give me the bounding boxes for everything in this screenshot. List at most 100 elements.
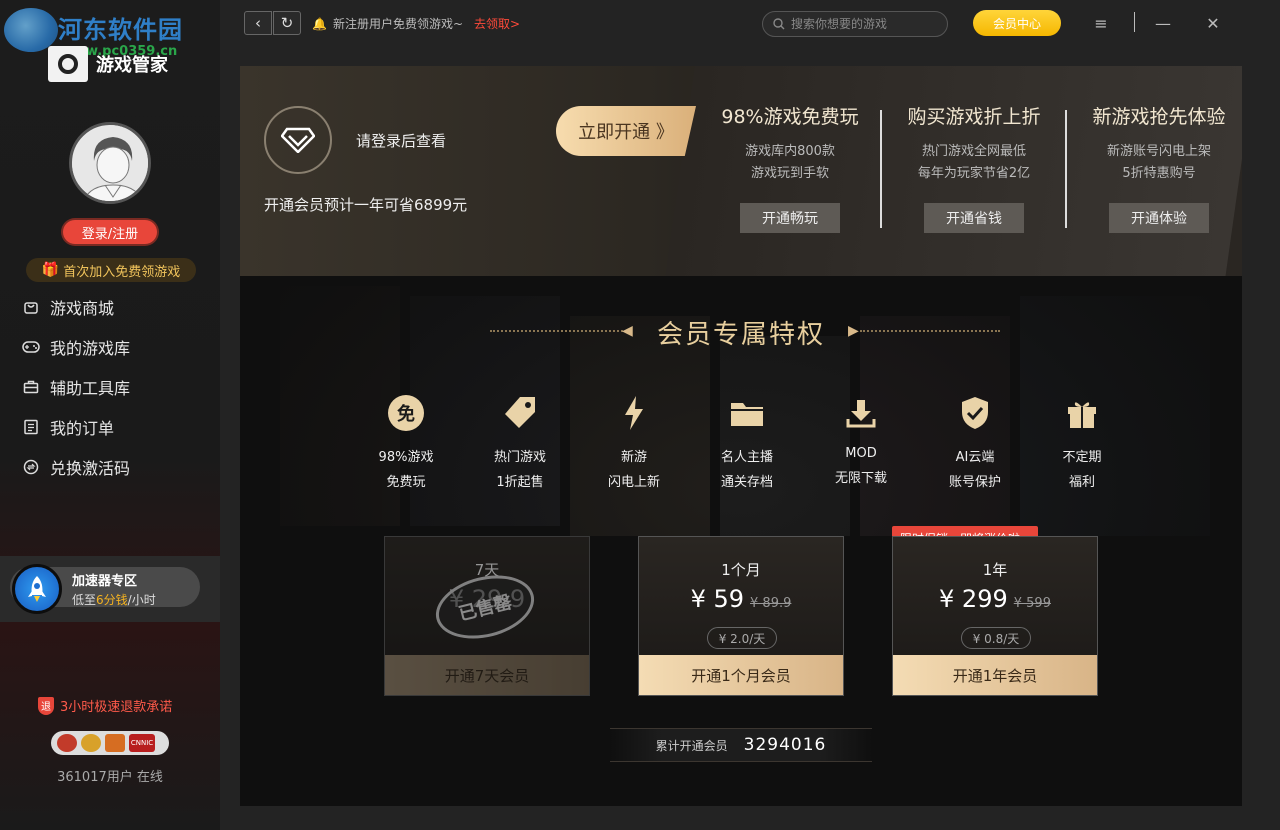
- total-members-value: 3294016: [743, 735, 827, 755]
- sidebar: 河东软件园 www.pc0359.cn 游戏管家 登录/注册 🎁 首次加入免费领…: [0, 0, 220, 830]
- sidebar-item-orders[interactable]: 我的订单: [0, 407, 220, 447]
- benefit-discount: 购买游戏折上折 热门游戏全网最低 每年为玩家节省2亿 开通省钱: [884, 102, 1064, 233]
- minimize-icon: —: [1155, 13, 1171, 33]
- activate-play-button[interactable]: 开通畅玩: [740, 203, 840, 233]
- login-register-button[interactable]: 登录/注册: [63, 220, 157, 244]
- download-icon: [816, 394, 906, 432]
- plan-price: ¥ 299 ¥ 599: [939, 585, 1051, 613]
- sidebar-item-game-library[interactable]: 我的游戏库: [0, 327, 220, 367]
- first-join-label: 首次加入免费领游戏: [63, 264, 181, 280]
- activate-experience-button[interactable]: 开通体验: [1109, 203, 1209, 233]
- emblem-badge-icon: [81, 734, 101, 752]
- license-badge-icon: [105, 734, 125, 752]
- search-input[interactable]: [791, 17, 941, 31]
- plan-1-year-button[interactable]: 开通1年会员: [893, 655, 1097, 695]
- camera-logo-icon: [48, 46, 88, 82]
- sidebar-item-label: 我的游戏库: [50, 339, 131, 358]
- privileges-section: ◀ 会员专属特权 ▶ 免 98%游戏 免费玩 热门游戏 1折起售 新游 闪电上新…: [240, 276, 1242, 806]
- privilege-line1: 不定期: [1062, 450, 1102, 465]
- top-bar: ‹ ↻ 🔔 新注册用户免费领游戏~ 去领取> 会员中心 ≡ — ✕: [220, 0, 1280, 46]
- plan-daily-price: ¥ 2.0/天: [707, 627, 777, 649]
- hamburger-icon: ≡: [1094, 13, 1108, 33]
- plan-name: 1个月: [721, 561, 761, 579]
- benefit-title: 98%游戏免费玩: [721, 106, 859, 128]
- title-ornament-right-icon: ▶: [848, 323, 859, 339]
- sidebar-item-label: 兑换激活码: [50, 459, 131, 478]
- vip-banner: 请登录后查看 开通会员预计一年可省6899元 立即开通 》 98%游戏免费玩 游…: [240, 66, 1242, 276]
- lightning-icon: [589, 394, 679, 432]
- certification-badges[interactable]: CNNIC: [51, 731, 169, 755]
- accelerator-price: 6分钱: [96, 593, 128, 607]
- privilege-saves: 名人主播 通关存档: [702, 394, 792, 490]
- exchange-icon: [22, 458, 40, 476]
- avatar[interactable]: [69, 122, 151, 204]
- privilege-line2: 闪电上新: [607, 475, 660, 490]
- accelerator-subtitle: 低至6分钱/小时: [72, 593, 156, 607]
- gamepad-icon: [22, 338, 40, 356]
- plan-card-7-days[interactable]: 7天 ¥ 29.9 已售罄 开通7天会员: [384, 536, 590, 696]
- sidebar-item-redeem-code[interactable]: 兑换激活码: [0, 447, 220, 487]
- benefit-title: 新游戏抢先体验: [1092, 106, 1226, 128]
- app-brand[interactable]: 游戏管家: [48, 46, 168, 82]
- first-join-promo[interactable]: 🎁 首次加入免费领游戏: [26, 258, 196, 282]
- diamond-icon: [264, 106, 332, 174]
- benefit-desc: 热门游戏全网最低 每年为玩家节省2亿: [917, 144, 1031, 181]
- sidebar-item-label: 游戏商城: [50, 299, 115, 318]
- cnnic-badge-icon: CNNIC: [129, 734, 155, 752]
- price-tag-icon: [475, 394, 565, 432]
- privilege-line2: 1折起售: [496, 475, 544, 490]
- privilege-line1: 98%游戏: [378, 450, 434, 465]
- close-button[interactable]: ✕: [1200, 10, 1226, 36]
- sidebar-item-game-store[interactable]: 游戏商城: [0, 287, 220, 327]
- bag-icon: [22, 298, 40, 316]
- plan-old-price: ¥ 599: [1013, 596, 1051, 611]
- search-box[interactable]: [762, 11, 948, 37]
- shield-check-icon: [930, 394, 1020, 432]
- menu-button[interactable]: ≡: [1088, 10, 1114, 36]
- sidebar-item-tools[interactable]: 辅助工具库: [0, 367, 220, 407]
- vip-center-button[interactable]: 会员中心: [973, 10, 1061, 36]
- privileges-title: 会员专属特权: [656, 320, 825, 350]
- refund-promise[interactable]: 退 3小时极速退款承诺: [38, 696, 172, 715]
- privilege-line2: 福利: [1068, 475, 1095, 490]
- notice-text: 新注册用户免费领游戏~: [332, 17, 464, 31]
- benefit-title: 购买游戏折上折: [907, 106, 1041, 128]
- refund-label: 3小时极速退款承诺: [60, 700, 173, 715]
- refresh-button[interactable]: ↻: [273, 11, 301, 35]
- privilege-line1: AI云端: [955, 450, 995, 465]
- plan-card-1-year[interactable]: 1年 ¥ 299 ¥ 599 ¥ 0.8/天 开通1年会员: [892, 536, 1098, 696]
- bell-icon: 🔔: [312, 16, 327, 31]
- accelerator-zone[interactable]: 加速器专区 低至6分钱/小时: [0, 556, 220, 622]
- privilege-free-games: 免 98%游戏 免费玩: [361, 394, 451, 490]
- gift-icon: [1037, 394, 1127, 432]
- activate-now-button[interactable]: 立即开通 》: [556, 106, 696, 156]
- plan-old-price: ¥ 89.9: [750, 596, 792, 611]
- privilege-account-protection: AI云端 账号保护: [930, 394, 1020, 490]
- plan-7-days-button[interactable]: 开通7天会员: [385, 655, 589, 695]
- title-line-right: [860, 330, 1000, 332]
- privilege-gifts: 不定期 福利: [1037, 394, 1127, 490]
- privilege-line1: 名人主播: [720, 450, 773, 465]
- sidebar-item-label: 辅助工具库: [50, 379, 131, 398]
- privilege-line1: 热门游戏: [493, 450, 546, 465]
- privilege-line2: 无限下载: [834, 471, 887, 486]
- minimize-button[interactable]: —: [1150, 10, 1176, 36]
- plan-daily-price: ¥ 0.8/天: [961, 627, 1031, 649]
- privilege-line1: 新游: [620, 450, 647, 465]
- police-badge-icon: [57, 734, 77, 752]
- online-count: 361017用户 在线: [57, 770, 163, 785]
- plan-card-1-month[interactable]: 1个月 ¥ 59 ¥ 89.9 ¥ 2.0/天 开通1个月会员: [638, 536, 844, 696]
- benefit-desc: 游戏库内800款 游戏玩到手软: [745, 144, 835, 181]
- plan-1-month-button[interactable]: 开通1个月会员: [639, 655, 843, 695]
- privilege-line2: 免费玩: [386, 475, 426, 490]
- activate-save-button[interactable]: 开通省钱: [924, 203, 1024, 233]
- total-members: 累计开通会员 3294016: [610, 728, 872, 762]
- toolbox-icon: [22, 378, 40, 396]
- back-button[interactable]: ‹: [244, 11, 272, 35]
- benefit-free-play: 98%游戏免费玩 游戏库内800款 游戏玩到手软 开通畅玩: [700, 102, 880, 233]
- accelerator-title: 加速器专区: [72, 574, 138, 589]
- refresh-icon: ↻: [280, 14, 294, 32]
- divider: [1134, 12, 1135, 32]
- close-icon: ✕: [1206, 13, 1220, 33]
- claim-link[interactable]: 去领取>: [474, 15, 520, 32]
